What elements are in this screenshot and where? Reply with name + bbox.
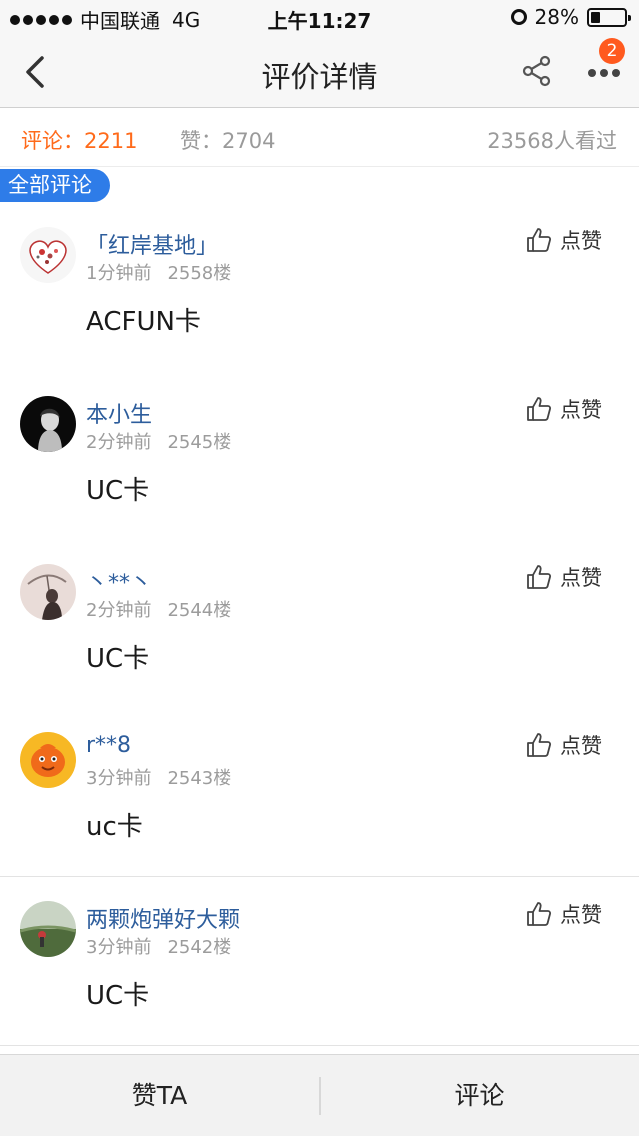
comment-username[interactable]: 本小生 [86, 397, 152, 429]
avatar-image [20, 227, 76, 283]
notification-badge: 2 [599, 38, 625, 64]
like-button[interactable]: 点赞 [526, 394, 616, 424]
comment-username[interactable]: 丶**丶 [86, 565, 152, 597]
bottom-action-bar: 赞TA 评论 [0, 1054, 639, 1136]
avatar-image [20, 901, 76, 957]
comment-content: UC卡 [86, 476, 150, 506]
avatar[interactable] [20, 732, 76, 788]
like-button[interactable]: 点赞 [526, 899, 616, 929]
comment-floor: 2558楼 [167, 263, 232, 284]
comment-button[interactable]: 评论 [320, 1055, 639, 1136]
avatar[interactable] [20, 396, 76, 452]
like-button[interactable]: 点赞 [526, 225, 616, 255]
comment-username[interactable]: 「红岸基地」 [86, 228, 218, 260]
like-button[interactable]: 点赞 [526, 562, 616, 592]
comment-floor: 2542楼 [167, 937, 232, 958]
share-icon [522, 55, 551, 87]
comment-item: 两颗炮弹好大颗 3分钟前 2542楼 UC卡 点赞 [0, 877, 639, 1045]
stats-bar: 评论：2211 赞：2704 23568人看过 [0, 109, 639, 167]
comment-meta: 3分钟前 2542楼 [86, 933, 231, 959]
comment-content: ACFUN卡 [86, 307, 201, 337]
avatar-image [20, 732, 76, 788]
thumbs-up-icon [527, 565, 552, 589]
comment-time: 3分钟前 [86, 768, 152, 789]
view-count: 23568人看过 [487, 129, 617, 153]
battery-percent: 28% [534, 5, 579, 29]
like-ta-button[interactable]: 赞TA [0, 1055, 319, 1136]
all-comments-tag: 全部评论 [0, 169, 110, 202]
thumbs-up-icon [527, 397, 552, 421]
alarm-icon [510, 9, 527, 25]
comment-meta: 2分钟前 2545楼 [86, 428, 231, 454]
comment-item: 「红岸基地」 1分钟前 2558楼 ACFUN卡 点赞 [0, 203, 639, 371]
comment-meta: 1分钟前 2558楼 [86, 259, 231, 285]
comment-time: 2分钟前 [86, 600, 152, 621]
comment-floor: 2543楼 [167, 768, 232, 789]
comment-content: uc卡 [86, 812, 143, 842]
comment-item: 本小生 2分钟前 2545楼 UC卡 点赞 [0, 372, 639, 540]
comment-username[interactable]: 两颗炮弹好大颗 [86, 902, 240, 934]
comment-item: 丶**丶 2分钟前 2544楼 UC卡 点赞 [0, 540, 639, 708]
status-bar: 中国联通 4G 上午11:27 28% [0, 0, 639, 36]
avatar[interactable] [20, 564, 76, 620]
comment-count: 评论：2211 [21, 129, 138, 153]
comment-item: r**8 3分钟前 2543楼 uc卡 点赞 [0, 708, 639, 876]
like-count: 赞：2704 [180, 129, 276, 153]
battery-fill [591, 11, 600, 23]
share-button[interactable] [520, 54, 554, 88]
avatar[interactable] [20, 227, 76, 283]
avatar-image [20, 564, 76, 620]
comment-time: 2分钟前 [86, 432, 152, 453]
thumbs-up-icon [527, 902, 552, 926]
nav-bar: 评价详情 2 [0, 36, 639, 108]
like-label: 点赞 [560, 903, 602, 927]
comment-floor: 2544楼 [167, 600, 232, 621]
thumbs-up-icon [527, 733, 552, 757]
comment-time: 3分钟前 [86, 937, 152, 958]
divider [0, 1045, 639, 1046]
comment-content: UC卡 [86, 981, 150, 1011]
avatar-image [20, 396, 76, 452]
thumbs-up-icon [527, 228, 552, 252]
comment-meta: 3分钟前 2543楼 [86, 764, 231, 790]
like-button[interactable]: 点赞 [526, 730, 616, 760]
like-label: 点赞 [560, 398, 602, 422]
battery-icon [587, 7, 631, 27]
comment-floor: 2545楼 [167, 432, 232, 453]
like-label: 点赞 [560, 734, 602, 758]
comment-time: 1分钟前 [86, 263, 152, 284]
status-right: 28% [510, 5, 631, 29]
like-label: 点赞 [560, 229, 602, 253]
comment-username[interactable]: r**8 [86, 733, 131, 758]
comment-content: UC卡 [86, 644, 150, 674]
like-label: 点赞 [560, 566, 602, 590]
comment-meta: 2分钟前 2544楼 [86, 596, 231, 622]
avatar[interactable] [20, 901, 76, 957]
